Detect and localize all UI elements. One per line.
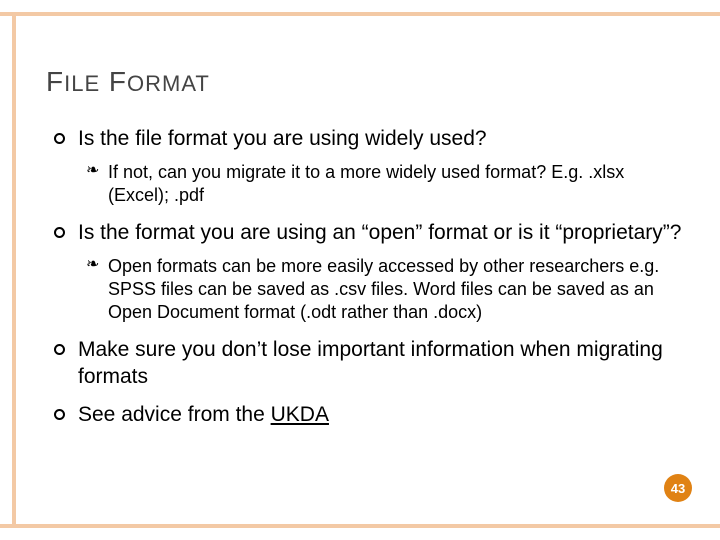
bullet-item: Is the format you are using an “open” fo… [52,220,690,325]
bullet-item: See advice from the UKDA [52,402,690,429]
title-w2-cap: F [109,66,127,97]
sub-bullet-text: If not, can you migrate it to a more wid… [108,162,624,205]
bullet-text: Is the format you are using an “open” fo… [78,221,681,244]
slide-border-bottom [0,524,720,528]
bullet-item: Make sure you don’t lose important infor… [52,337,690,391]
page-number: 43 [671,481,685,496]
bullet-list: Is the file format you are using widely … [52,126,690,429]
bullet-item: Is the file format you are using widely … [52,126,690,208]
sub-bullet-list: If not, can you migrate it to a more wid… [86,161,690,208]
title-w2-rest: ORMAT [127,71,210,96]
title-w1-rest: ILE [64,71,100,96]
bullet-text: Is the file format you are using widely … [78,127,487,150]
sub-bullet-item: If not, can you migrate it to a more wid… [86,161,690,208]
bullet-text-prefix: See advice from the [78,403,271,426]
bullet-text: Make sure you don’t lose important infor… [78,338,663,388]
title-w1-cap: F [46,66,64,97]
sub-bullet-text: Open formats can be more easily accessed… [108,256,659,323]
sub-bullet-item: Open formats can be more easily accessed… [86,255,690,325]
sub-bullet-list: Open formats can be more easily accessed… [86,255,690,325]
slide-body: FILE FORMAT Is the file format you are u… [16,16,720,524]
page-number-badge: 43 [664,474,692,502]
ukda-link[interactable]: UKDA [271,403,329,426]
slide-title: FILE FORMAT [46,66,690,98]
